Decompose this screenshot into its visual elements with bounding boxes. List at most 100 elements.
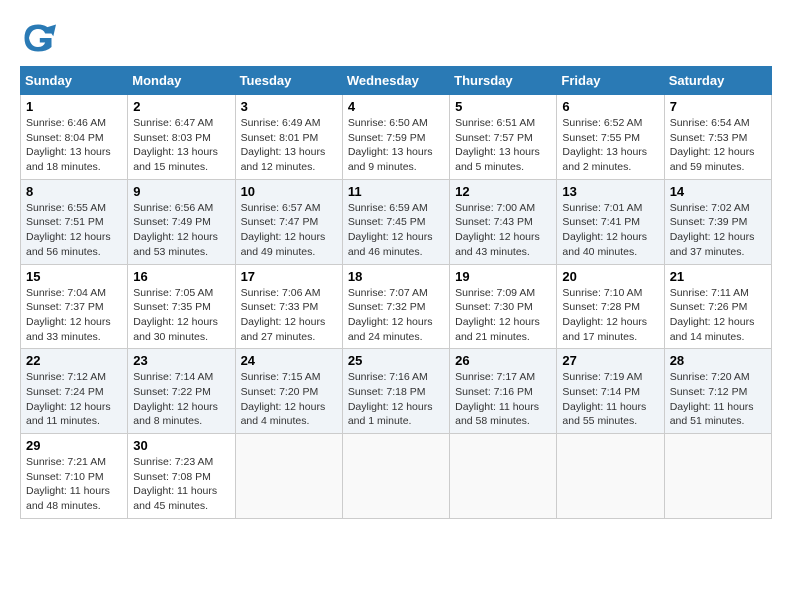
calendar-cell: 7 Sunrise: 6:54 AM Sunset: 7:53 PM Dayli… [664,95,771,180]
day-info: Sunrise: 6:51 AM Sunset: 7:57 PM Dayligh… [455,116,551,175]
day-number: 14 [670,184,766,199]
day-info: Sunrise: 7:06 AM Sunset: 7:33 PM Dayligh… [241,286,337,345]
logo [20,20,62,56]
calendar-cell: 16 Sunrise: 7:05 AM Sunset: 7:35 PM Dayl… [128,264,235,349]
day-number: 20 [562,269,658,284]
day-info: Sunrise: 7:02 AM Sunset: 7:39 PM Dayligh… [670,201,766,260]
weekday-header-friday: Friday [557,67,664,95]
calendar-cell [557,434,664,519]
weekday-header-wednesday: Wednesday [342,67,449,95]
calendar-cell: 22 Sunrise: 7:12 AM Sunset: 7:24 PM Dayl… [21,349,128,434]
calendar-cell [235,434,342,519]
day-info: Sunrise: 6:56 AM Sunset: 7:49 PM Dayligh… [133,201,229,260]
day-number: 9 [133,184,229,199]
calendar-cell [342,434,449,519]
calendar-cell: 23 Sunrise: 7:14 AM Sunset: 7:22 PM Dayl… [128,349,235,434]
calendar-cell: 28 Sunrise: 7:20 AM Sunset: 7:12 PM Dayl… [664,349,771,434]
day-number: 19 [455,269,551,284]
calendar-table: SundayMondayTuesdayWednesdayThursdayFrid… [20,66,772,519]
day-number: 3 [241,99,337,114]
day-number: 13 [562,184,658,199]
day-number: 26 [455,353,551,368]
calendar-cell: 10 Sunrise: 6:57 AM Sunset: 7:47 PM Dayl… [235,179,342,264]
calendar-cell: 3 Sunrise: 6:49 AM Sunset: 8:01 PM Dayli… [235,95,342,180]
day-info: Sunrise: 7:19 AM Sunset: 7:14 PM Dayligh… [562,370,658,429]
day-number: 29 [26,438,122,453]
calendar-cell: 12 Sunrise: 7:00 AM Sunset: 7:43 PM Dayl… [450,179,557,264]
day-info: Sunrise: 7:16 AM Sunset: 7:18 PM Dayligh… [348,370,444,429]
calendar-cell: 25 Sunrise: 7:16 AM Sunset: 7:18 PM Dayl… [342,349,449,434]
calendar-cell [664,434,771,519]
day-info: Sunrise: 7:12 AM Sunset: 7:24 PM Dayligh… [26,370,122,429]
day-number: 12 [455,184,551,199]
calendar-cell: 19 Sunrise: 7:09 AM Sunset: 7:30 PM Dayl… [450,264,557,349]
calendar-cell [450,434,557,519]
day-number: 8 [26,184,122,199]
day-number: 28 [670,353,766,368]
weekday-header-thursday: Thursday [450,67,557,95]
day-info: Sunrise: 6:49 AM Sunset: 8:01 PM Dayligh… [241,116,337,175]
weekday-header-sunday: Sunday [21,67,128,95]
weekday-header-saturday: Saturday [664,67,771,95]
day-info: Sunrise: 7:17 AM Sunset: 7:16 PM Dayligh… [455,370,551,429]
day-number: 6 [562,99,658,114]
weekday-header-tuesday: Tuesday [235,67,342,95]
calendar-cell: 5 Sunrise: 6:51 AM Sunset: 7:57 PM Dayli… [450,95,557,180]
calendar-cell: 8 Sunrise: 6:55 AM Sunset: 7:51 PM Dayli… [21,179,128,264]
day-info: Sunrise: 7:05 AM Sunset: 7:35 PM Dayligh… [133,286,229,345]
day-number: 2 [133,99,229,114]
day-number: 24 [241,353,337,368]
calendar-cell: 1 Sunrise: 6:46 AM Sunset: 8:04 PM Dayli… [21,95,128,180]
day-number: 10 [241,184,337,199]
day-number: 18 [348,269,444,284]
calendar-cell: 27 Sunrise: 7:19 AM Sunset: 7:14 PM Dayl… [557,349,664,434]
calendar-cell: 18 Sunrise: 7:07 AM Sunset: 7:32 PM Dayl… [342,264,449,349]
calendar-cell: 26 Sunrise: 7:17 AM Sunset: 7:16 PM Dayl… [450,349,557,434]
day-info: Sunrise: 7:01 AM Sunset: 7:41 PM Dayligh… [562,201,658,260]
calendar-cell: 24 Sunrise: 7:15 AM Sunset: 7:20 PM Dayl… [235,349,342,434]
day-number: 23 [133,353,229,368]
calendar-cell: 2 Sunrise: 6:47 AM Sunset: 8:03 PM Dayli… [128,95,235,180]
calendar-cell: 15 Sunrise: 7:04 AM Sunset: 7:37 PM Dayl… [21,264,128,349]
day-info: Sunrise: 7:21 AM Sunset: 7:10 PM Dayligh… [26,455,122,514]
page-header [20,20,772,56]
day-info: Sunrise: 7:11 AM Sunset: 7:26 PM Dayligh… [670,286,766,345]
day-number: 5 [455,99,551,114]
day-number: 7 [670,99,766,114]
day-info: Sunrise: 7:10 AM Sunset: 7:28 PM Dayligh… [562,286,658,345]
day-info: Sunrise: 6:50 AM Sunset: 7:59 PM Dayligh… [348,116,444,175]
day-number: 17 [241,269,337,284]
day-number: 16 [133,269,229,284]
calendar-cell: 17 Sunrise: 7:06 AM Sunset: 7:33 PM Dayl… [235,264,342,349]
day-info: Sunrise: 7:15 AM Sunset: 7:20 PM Dayligh… [241,370,337,429]
day-number: 25 [348,353,444,368]
day-number: 11 [348,184,444,199]
day-number: 22 [26,353,122,368]
calendar-cell: 20 Sunrise: 7:10 AM Sunset: 7:28 PM Dayl… [557,264,664,349]
calendar-cell: 4 Sunrise: 6:50 AM Sunset: 7:59 PM Dayli… [342,95,449,180]
calendar-cell: 11 Sunrise: 6:59 AM Sunset: 7:45 PM Dayl… [342,179,449,264]
day-info: Sunrise: 6:59 AM Sunset: 7:45 PM Dayligh… [348,201,444,260]
day-info: Sunrise: 6:55 AM Sunset: 7:51 PM Dayligh… [26,201,122,260]
day-info: Sunrise: 6:47 AM Sunset: 8:03 PM Dayligh… [133,116,229,175]
day-number: 30 [133,438,229,453]
day-info: Sunrise: 7:14 AM Sunset: 7:22 PM Dayligh… [133,370,229,429]
day-info: Sunrise: 6:52 AM Sunset: 7:55 PM Dayligh… [562,116,658,175]
day-info: Sunrise: 6:46 AM Sunset: 8:04 PM Dayligh… [26,116,122,175]
calendar-cell: 30 Sunrise: 7:23 AM Sunset: 7:08 PM Dayl… [128,434,235,519]
day-number: 15 [26,269,122,284]
day-number: 27 [562,353,658,368]
day-number: 4 [348,99,444,114]
day-info: Sunrise: 6:54 AM Sunset: 7:53 PM Dayligh… [670,116,766,175]
day-info: Sunrise: 7:00 AM Sunset: 7:43 PM Dayligh… [455,201,551,260]
calendar-cell: 9 Sunrise: 6:56 AM Sunset: 7:49 PM Dayli… [128,179,235,264]
calendar-cell: 29 Sunrise: 7:21 AM Sunset: 7:10 PM Dayl… [21,434,128,519]
day-info: Sunrise: 6:57 AM Sunset: 7:47 PM Dayligh… [241,201,337,260]
calendar-cell: 21 Sunrise: 7:11 AM Sunset: 7:26 PM Dayl… [664,264,771,349]
day-info: Sunrise: 7:04 AM Sunset: 7:37 PM Dayligh… [26,286,122,345]
day-info: Sunrise: 7:20 AM Sunset: 7:12 PM Dayligh… [670,370,766,429]
day-number: 1 [26,99,122,114]
day-number: 21 [670,269,766,284]
calendar-cell: 13 Sunrise: 7:01 AM Sunset: 7:41 PM Dayl… [557,179,664,264]
calendar-cell: 6 Sunrise: 6:52 AM Sunset: 7:55 PM Dayli… [557,95,664,180]
